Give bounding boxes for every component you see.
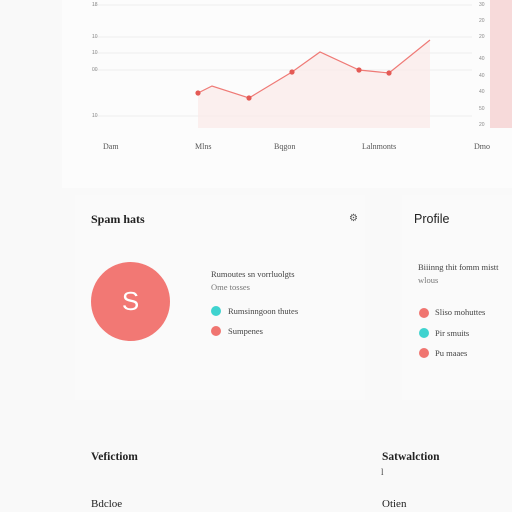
- profile-item-1[interactable]: Sliso mohuttes: [435, 307, 485, 317]
- gear-icon[interactable]: ⚙: [349, 214, 359, 224]
- legend-label-2: Sumpenes: [228, 326, 263, 336]
- chart-point[interactable]: [195, 90, 201, 96]
- avatar-letter: S: [121, 286, 140, 316]
- x-label-5: Dmo: [474, 142, 490, 151]
- spam-card-title: Spam hats: [91, 212, 145, 226]
- profile-dot-2: [419, 328, 429, 338]
- satisfaction-title: Satwalction: [382, 451, 440, 463]
- right-highlight-stripe: [490, 0, 512, 128]
- y-tick-left: 10: [92, 113, 98, 119]
- x-label-4: Lalnmonts: [362, 142, 397, 151]
- profile-dot-1: [419, 308, 429, 318]
- profile-description-1: Biiinng thit fomm mistt: [418, 262, 499, 272]
- y-tick-left: 18: [92, 2, 98, 8]
- profile-dot-3: [419, 348, 429, 358]
- x-label-2: Mlns: [195, 142, 212, 151]
- profile-title: Profile: [414, 212, 450, 226]
- y-tick-right: 20: [479, 34, 485, 40]
- avatar[interactable]: S: [91, 262, 170, 341]
- y-tick-right: 30: [479, 2, 485, 8]
- profile-item-3[interactable]: Pu maaes: [435, 348, 467, 358]
- spam-description-2: Ome tosses: [211, 282, 250, 292]
- legend-dot-coral: [211, 326, 221, 336]
- profile-item-2[interactable]: Pir smuits: [435, 328, 469, 338]
- y-tick-right: 50: [479, 106, 485, 112]
- chart-point[interactable]: [386, 70, 392, 76]
- line-chart: 18 10 10 00 10 30 20 20 40 40 40 50 20: [92, 2, 485, 128]
- y-tick-right: 40: [479, 56, 485, 62]
- legend-dot-teal: [211, 306, 221, 316]
- y-tick-right: 20: [479, 122, 485, 128]
- line-chart-card: 18 10 10 00 10 30 20 20 40 40 40 50 20 Dam Mlns Bqg…: [62, 0, 512, 188]
- y-tick-left: 10: [92, 34, 98, 40]
- verification-title: Vefictiom: [91, 451, 138, 463]
- y-tick-right: 40: [479, 89, 485, 95]
- profile-description-2: wlous: [418, 275, 439, 285]
- x-label-3: Bqgon: [274, 142, 296, 151]
- spam-description-1: Rumoutes sn vorrluolgts: [211, 269, 295, 279]
- verification-subtitle: Bdcloe: [91, 498, 123, 510]
- y-tick-left: 10: [92, 50, 98, 56]
- legend-label-1: Rumsinngoon thutes: [228, 306, 299, 316]
- satisfaction-marker: l: [381, 467, 384, 477]
- y-tick-right: 20: [479, 18, 485, 24]
- x-label-1: Dam: [103, 142, 119, 151]
- y-tick-right: 40: [479, 73, 485, 79]
- chart-point[interactable]: [356, 67, 362, 73]
- chart-point[interactable]: [289, 69, 295, 75]
- satisfaction-subtitle: Otien: [382, 498, 407, 510]
- chart-point[interactable]: [246, 95, 252, 101]
- y-tick-left: 00: [92, 67, 98, 73]
